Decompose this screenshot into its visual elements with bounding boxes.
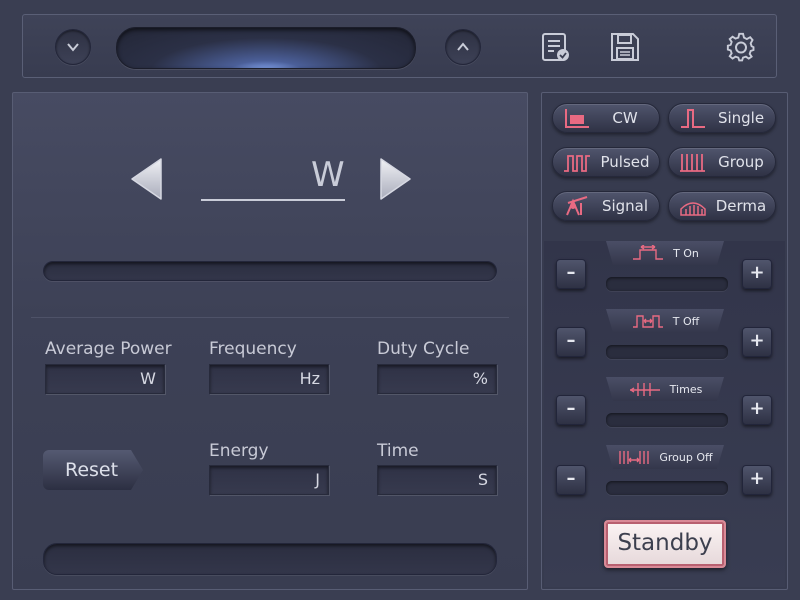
increase-power-button[interactable]: [379, 157, 413, 201]
signal-icon: [566, 196, 588, 216]
decrease-power-button[interactable]: [129, 157, 163, 201]
mode-pulsed-button[interactable]: Pulsed: [552, 147, 660, 177]
mode-label: Group: [718, 153, 764, 171]
mode-cw-button[interactable]: CW: [552, 103, 660, 133]
gear-icon: [726, 32, 755, 62]
divider: [31, 317, 509, 318]
mode-label: Pulsed: [600, 153, 650, 171]
t-on-value[interactable]: [606, 277, 728, 291]
t-off-value[interactable]: [606, 345, 728, 359]
status-display: [116, 27, 416, 69]
main-panel: W Average Power W Frequency Hz Duty Cycl…: [12, 92, 528, 590]
group-off-minus-button[interactable]: –: [556, 465, 586, 495]
chevron-up-icon: [457, 42, 469, 51]
t-on-label: T On: [673, 246, 699, 260]
frequency-field[interactable]: Hz: [209, 364, 329, 394]
t-on-icon: [633, 245, 664, 260]
mode-label: Derma: [715, 197, 767, 215]
t-off-label: T Off: [672, 314, 700, 328]
arrow-right-icon: [380, 158, 411, 200]
t-off-icon: [632, 315, 663, 328]
t-on-minus-button[interactable]: –: [556, 259, 586, 289]
t-off-plus-button[interactable]: +: [742, 327, 772, 357]
power-unit: W: [311, 155, 345, 195]
times-tag: Times: [606, 377, 724, 401]
time-label: Time: [377, 441, 419, 461]
power-progress-bar: [43, 261, 497, 281]
t-off-minus-button[interactable]: –: [556, 327, 586, 357]
group-off-label: Group Off: [659, 450, 713, 464]
save-button[interactable]: [609, 31, 641, 63]
mode-label: CW: [612, 109, 638, 127]
t-on-tag: T On: [606, 241, 724, 265]
chevron-down-icon: [67, 43, 79, 52]
report-button[interactable]: [539, 31, 571, 63]
cw-wave-icon: [565, 109, 589, 128]
power-value-underline[interactable]: [201, 199, 345, 201]
t-off-tag: T Off: [606, 309, 724, 333]
frequency-label: Frequency: [209, 339, 297, 359]
energy-field[interactable]: J: [209, 465, 329, 495]
energy-label: Energy: [209, 441, 269, 461]
mode-label: Signal: [601, 197, 649, 215]
mode-group-button[interactable]: Group: [668, 147, 776, 177]
group-off-plus-button[interactable]: +: [742, 465, 772, 495]
top-bar: [22, 14, 777, 78]
standby-button[interactable]: Standby: [604, 520, 726, 568]
group-off-tag: Group Off: [606, 445, 724, 469]
report-icon: [542, 33, 569, 61]
t-on-plus-button[interactable]: +: [742, 259, 772, 289]
scroll-down-button[interactable]: [55, 29, 91, 65]
times-label: Times: [669, 382, 703, 396]
group-off-value[interactable]: [606, 481, 728, 495]
times-value[interactable]: [606, 413, 728, 427]
derma-icon: [680, 202, 706, 216]
times-minus-button[interactable]: –: [556, 395, 586, 425]
settings-button[interactable]: [725, 31, 757, 63]
arrow-left-icon: [131, 158, 162, 200]
times-plus-button[interactable]: +: [742, 395, 772, 425]
duty-cycle-label: Duty Cycle: [377, 339, 470, 359]
mode-label: Single: [717, 109, 765, 127]
pulsed-wave-icon: [564, 155, 590, 172]
mode-derma-button[interactable]: Derma: [668, 191, 776, 221]
single-pulse-icon: [681, 109, 705, 128]
reset-button[interactable]: Reset: [43, 450, 143, 490]
save-icon: [611, 33, 639, 61]
times-icon: [629, 383, 660, 396]
mode-single-button[interactable]: Single: [668, 103, 776, 133]
mode-panel: CW Single Pulsed Group Signal Derma – T …: [541, 92, 788, 590]
average-power-field[interactable]: W: [45, 364, 165, 394]
group-pulse-icon: [680, 154, 705, 172]
average-power-label: Average Power: [45, 339, 172, 359]
duty-cycle-field[interactable]: %: [377, 364, 497, 394]
scroll-up-button[interactable]: [445, 29, 481, 65]
status-bar: [43, 543, 497, 575]
mode-signal-button[interactable]: Signal: [552, 191, 660, 221]
time-field[interactable]: S: [377, 465, 497, 495]
group-off-icon: [619, 451, 650, 464]
